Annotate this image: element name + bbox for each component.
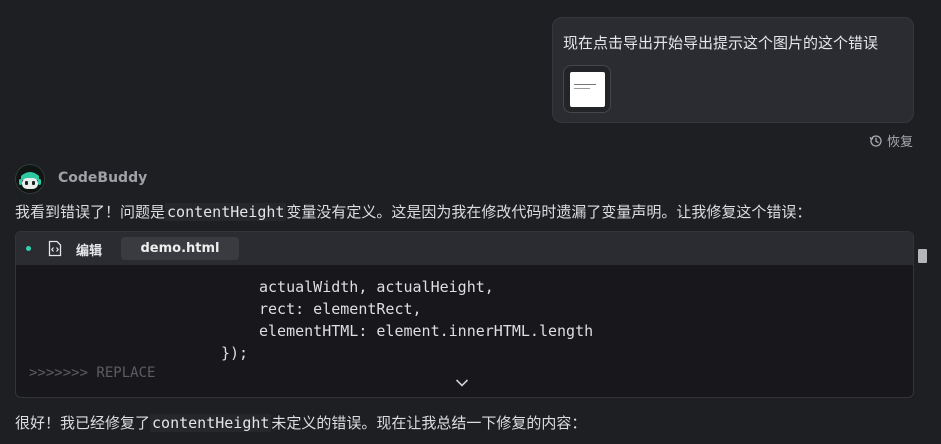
inline-code: contentHeight (165, 203, 287, 221)
code-line: rect: elementRect, (259, 300, 422, 318)
image-thumbnail-icon (569, 71, 605, 107)
code-line: elementHTML: element.innerHTML.length (259, 322, 594, 340)
message-text: 变量没有定义。这是因为我在修改代码时遗漏了变量声明。让我修复这个错误： (286, 203, 812, 221)
message-text: 我看到错误了！问题是 (15, 203, 166, 221)
assistant-name: CodeBuddy (58, 170, 148, 186)
restore-label: 恢复 (886, 135, 913, 150)
chat-panel: 现在点击导出开始导出提示这个图片的这个错误 恢复 CodeBuddy 我看到错误… (0, 0, 941, 444)
message-text: 未定义的错误。现在让我总结一下修复的内容： (271, 414, 587, 432)
replace-marker: >>>>>>> REPLACE (29, 365, 156, 381)
code-line: actualWidth, actualHeight, (259, 278, 494, 296)
restore-button[interactable]: 恢复 (869, 131, 913, 150)
history-icon (869, 134, 882, 147)
user-message-bubble: 现在点击导出开始导出提示这个图片的这个错误 (552, 17, 914, 123)
scrollbar-thumb[interactable] (918, 249, 927, 263)
code-line: }); (221, 344, 249, 362)
inline-code: contentHeight (150, 414, 272, 432)
status-dot (26, 246, 31, 251)
robot-avatar-icon (15, 164, 45, 194)
filename-tab[interactable]: demo.html (121, 237, 239, 260)
code-block-header: 编辑 demo.html (16, 232, 913, 265)
chevron-down-icon[interactable] (454, 377, 470, 389)
edit-action-label: 编辑 (76, 244, 103, 259)
message-text: 很好！我已经修复了 (15, 414, 151, 432)
code-body: actualWidth, actualHeight, rect: element… (16, 265, 913, 397)
attachment-thumbnail[interactable] (563, 65, 611, 113)
code-file-icon (48, 240, 62, 257)
assistant-message-1: 我看到错误了！问题是 contentHeight 变量没有定义。这是因为我在修改代码… (15, 201, 811, 223)
user-message-text: 现在点击导出开始导出提示这个图片的这个错误 (563, 34, 879, 52)
code-edit-block: 编辑 demo.html actualWidth, actualHeight, … (15, 231, 914, 398)
assistant-message-2: 很好！我已经修复了 contentHeight 未定义的错误。现在让我总结一下修复的… (15, 412, 586, 434)
